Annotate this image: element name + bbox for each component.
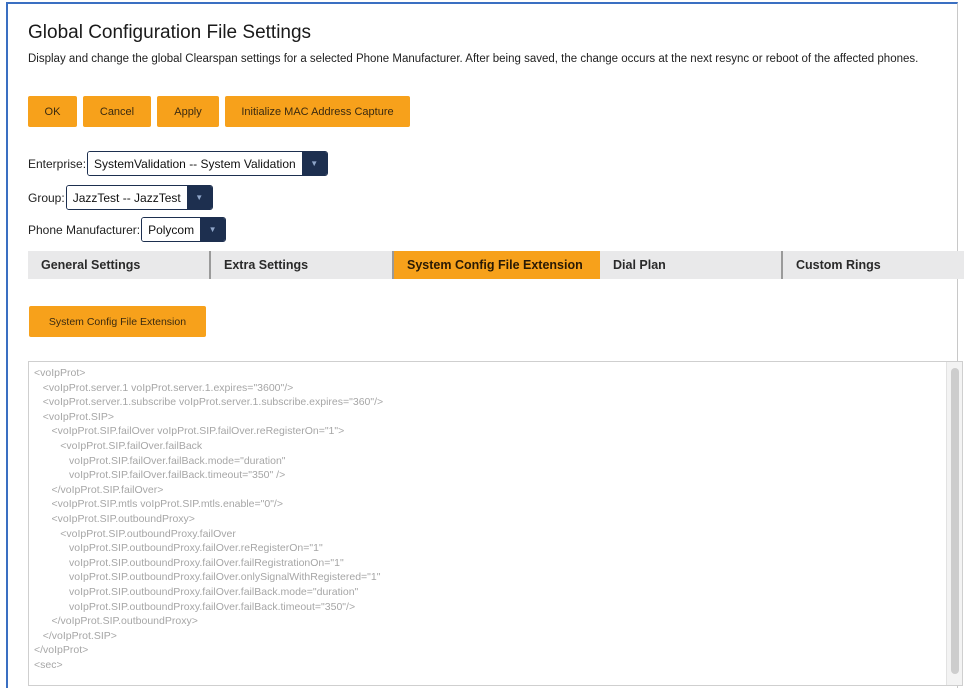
group-row: Group: JazzTest -- JazzTest ▼ <box>28 185 213 210</box>
chevron-down-icon: ▼ <box>186 186 212 209</box>
enterprise-select[interactable]: SystemValidation -- System Validation ▼ <box>87 151 328 176</box>
group-value: JazzTest -- JazzTest <box>66 186 187 209</box>
tab-extra-settings[interactable]: Extra Settings <box>211 251 394 279</box>
scrollbar-thumb[interactable] <box>951 368 959 674</box>
manufacturer-row: Phone Manufacturer: Polycom ▼ <box>28 217 227 242</box>
page-title: Global Configuration File Settings <box>28 22 312 43</box>
tab-dial-plan[interactable]: Dial Plan <box>600 251 783 279</box>
enterprise-label: Enterprise: <box>28 156 87 171</box>
system-config-file-extension-button[interactable]: System Config File Extension <box>29 306 206 337</box>
chevron-down-icon: ▼ <box>200 218 226 241</box>
group-select[interactable]: JazzTest -- JazzTest ▼ <box>65 185 213 210</box>
group-label: Group: <box>28 190 65 205</box>
enterprise-row: Enterprise: SystemValidation -- System V… <box>28 151 328 176</box>
tab-system-config-file-extension[interactable]: System Config File Extension <box>394 251 600 279</box>
tab-label: System Config File Extension <box>407 258 583 272</box>
tab-label: Custom Rings <box>796 258 881 272</box>
cancel-button[interactable]: Cancel <box>83 96 151 127</box>
tab-label: Dial Plan <box>613 258 666 272</box>
apply-button[interactable]: Apply <box>157 96 219 127</box>
manufacturer-value: Polycom <box>142 218 201 241</box>
tab-general-settings[interactable]: General Settings <box>28 251 211 279</box>
enterprise-value: SystemValidation -- System Validation <box>88 152 302 175</box>
tab-label: General Settings <box>41 258 141 272</box>
chevron-down-icon: ▼ <box>301 152 327 175</box>
config-text-area[interactable]: <voIpProt> <voIpProt.server.1 voIpProt.s… <box>28 361 963 686</box>
settings-tabs: General Settings Extra Settings System C… <box>28 251 964 279</box>
manufacturer-label: Phone Manufacturer: <box>28 222 141 237</box>
config-text: <voIpProt> <voIpProt.server.1 voIpProt.s… <box>34 367 384 671</box>
initialize-mac-capture-button[interactable]: Initialize MAC Address Capture <box>225 96 410 127</box>
page-description: Display and change the global Clearspan … <box>28 53 919 65</box>
ok-button[interactable]: OK <box>28 96 77 127</box>
tab-custom-rings[interactable]: Custom Rings <box>783 251 964 279</box>
tab-label: Extra Settings <box>224 258 309 272</box>
manufacturer-select[interactable]: Polycom ▼ <box>141 217 227 242</box>
